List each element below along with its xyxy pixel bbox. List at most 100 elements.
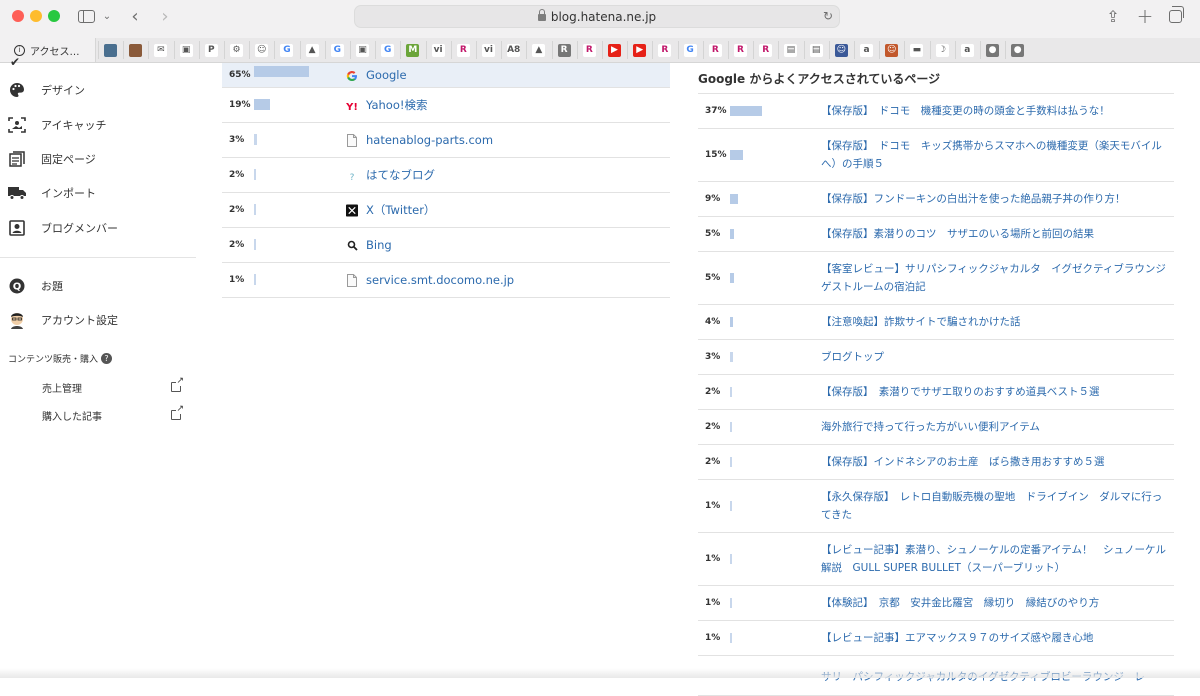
fav-13-favicon[interactable]: M	[400, 41, 424, 59]
fav-33-favicon[interactable]: ▬	[904, 41, 928, 59]
favicon-icon: G	[381, 44, 394, 57]
share-button[interactable]: ⇪	[1103, 5, 1123, 27]
tab-overview-button[interactable]	[1165, 5, 1185, 27]
referrer-link[interactable]: service.smt.docomo.ne.jp	[366, 263, 514, 297]
fav-12-favicon[interactable]: G	[375, 41, 399, 59]
google-page-row: 5% 【保存版】素潜りのコツ サザエのいる場所と前回の結果	[698, 217, 1174, 252]
page-link[interactable]: 【保存版】 素潜りでサザエ取りのおすすめ道具ベスト５選	[821, 383, 1167, 401]
external-link-icon[interactable]	[171, 382, 181, 392]
fav-32-favicon[interactable]: ☺	[879, 41, 903, 59]
page-link[interactable]: 【保存版】フンドーキンの白出汁を使った絶品親子丼の作り方！	[821, 190, 1167, 208]
fav-25-favicon[interactable]: R	[703, 41, 727, 59]
lock-icon	[538, 14, 546, 21]
back-button[interactable]: ‹	[126, 5, 144, 27]
nav-item-purchased[interactable]: 購入した記事	[42, 408, 102, 423]
page-link[interactable]: 【保存版】 ドコモ キッズ携帯からスマホへの機種変更（楽天モバイルへ）の手順５	[821, 137, 1167, 173]
nav-item-account-settings[interactable]: アカウント設定	[8, 310, 118, 330]
fav-4-favicon[interactable]: ▣	[174, 41, 198, 59]
nav-item-import[interactable]: インポート	[8, 183, 96, 203]
fav-21-favicon[interactable]: ▶	[602, 41, 626, 59]
reload-icon[interactable]: ↻	[823, 9, 833, 23]
fav-18-favicon[interactable]: ▲	[526, 41, 550, 59]
fav-20-favicon[interactable]: R	[577, 41, 601, 59]
favicon-icon	[104, 44, 117, 57]
page-link[interactable]: 海外旅行で持って行った方がいい便利アイテム	[821, 418, 1167, 436]
external-link-icon[interactable]	[171, 410, 181, 420]
fav-23-favicon[interactable]: R	[652, 41, 676, 59]
favicon-icon: R	[558, 44, 571, 57]
page-bar	[730, 317, 733, 327]
truck-icon	[8, 184, 26, 202]
fav-9-favicon[interactable]: ▲	[300, 41, 324, 59]
fav-8-favicon[interactable]: G	[274, 41, 298, 59]
odai-icon: Q	[8, 277, 26, 295]
fav-10-favicon[interactable]: G	[325, 41, 349, 59]
referrer-link[interactable]: Google	[366, 63, 407, 87]
fav-7-favicon[interactable]: ☺	[249, 41, 273, 59]
nav-item-odai[interactable]: Q お題	[8, 276, 63, 296]
content-sales-section-title: コンテンツ販売・購入 ?	[8, 352, 112, 365]
zoom-window-button[interactable]	[48, 10, 60, 22]
fav-24-favicon[interactable]: G	[678, 41, 702, 59]
page-link[interactable]: ブログトップ	[821, 348, 1167, 366]
fav-35-favicon[interactable]: a	[955, 41, 979, 59]
favicon-icon: M	[406, 44, 419, 57]
fav-3-favicon[interactable]: ✉	[148, 41, 172, 59]
fav-5-favicon[interactable]: P	[199, 41, 223, 59]
page-link[interactable]: 【永久保存版】 レトロ自動販売機の聖地 ドライブイン ダルマに行ってきた	[821, 488, 1167, 524]
nav-item-blog-members[interactable]: ブログメンバー	[8, 218, 118, 238]
nav-item-sales[interactable]: 売上管理	[42, 380, 82, 395]
favicon-icon: a	[860, 44, 873, 57]
fav-11-favicon[interactable]: ▣	[350, 41, 374, 59]
fav-16-favicon[interactable]: vi	[476, 41, 500, 59]
fav-31-favicon[interactable]: a	[854, 41, 878, 59]
page-link[interactable]: 【保存版】素潜りのコツ サザエのいる場所と前回の結果	[821, 225, 1167, 243]
fav-36-favicon[interactable]: ●	[980, 41, 1004, 59]
google-page-row: 9%【保存版】フンドーキンの白出汁を使った絶品親子丼の作り方！	[698, 182, 1174, 217]
page-link[interactable]: 【レビュー記事】エアマックス９７のサイズ感や履き心地	[821, 629, 1167, 647]
google-page-row: 4%【注意喚起】詐欺サイトで騙されかけた話	[698, 305, 1174, 340]
fav-30-favicon[interactable]: ☺	[829, 41, 853, 59]
sidebar-toggle-button[interactable]	[75, 5, 97, 27]
referrer-link[interactable]: X（Twitter）	[366, 193, 435, 227]
fav-29-favicon[interactable]: ▤	[804, 41, 828, 59]
new-tab-button[interactable]: +	[1135, 5, 1155, 27]
fav-6-favicon[interactable]: ⚙	[224, 41, 248, 59]
fav-26-favicon[interactable]: R	[728, 41, 752, 59]
minimize-window-button[interactable]	[30, 10, 42, 22]
close-window-button[interactable]	[12, 10, 24, 22]
fav-37-favicon[interactable]: ●	[1005, 41, 1029, 59]
fav-27-favicon[interactable]: R	[753, 41, 777, 59]
fav-19-favicon[interactable]: R	[552, 41, 576, 59]
fav-28-favicon[interactable]: ▤	[778, 41, 802, 59]
fav-34-favicon[interactable]: ☽	[930, 41, 954, 59]
address-bar[interactable]: blog.hatena.ne.jp ↻	[354, 5, 840, 28]
page-link[interactable]: 【客室レビュー】サリパシフィックジャカルタ イグゼクティブラウンジゲストルームの…	[821, 260, 1167, 296]
window-bottom-shadow	[0, 668, 1200, 678]
page-link[interactable]: 【保存版】インドネシアのお土産 ばら撒き用おすすめ５選	[821, 453, 1167, 471]
fav-15-favicon[interactable]: R	[451, 41, 475, 59]
page-link[interactable]: 【体験記】 京都 安井金比羅宮 縁切り 縁結びのやり方	[821, 594, 1167, 612]
referrer-bar	[254, 204, 256, 215]
fav-22-favicon[interactable]: ▶	[627, 41, 651, 59]
page-percent: 5%	[705, 229, 720, 239]
referrer-link[interactable]: hatenablog-parts.com	[366, 123, 493, 157]
referrer-bar	[254, 239, 256, 250]
help-icon[interactable]: ?	[101, 353, 112, 364]
nav-item-design[interactable]: デザイン	[8, 80, 85, 100]
fav-17-favicon[interactable]: A8	[501, 41, 525, 59]
nav-item-eyecatch[interactable]: アイキャッチ	[8, 115, 106, 135]
chevron-down-icon[interactable]: ⌄	[100, 5, 114, 27]
fav-1-favicon[interactable]	[98, 41, 122, 59]
forward-button[interactable]: ›	[156, 5, 174, 27]
favicon-icon: G	[684, 44, 697, 57]
referrer-link[interactable]: はてなブログ	[366, 158, 435, 192]
referrer-link[interactable]: Yahoo!検索	[366, 88, 427, 122]
nav-item-fixed-page[interactable]: 固定ページ	[8, 149, 96, 169]
page-link[interactable]: 【注意喚起】詐欺サイトで騙されかけた話	[821, 313, 1167, 331]
fav-2-favicon[interactable]	[123, 41, 147, 59]
referrer-link[interactable]: Bing	[366, 228, 392, 262]
page-link[interactable]: 【保存版】 ドコモ 機種変更の時の頭金と手数料は払うな！	[821, 102, 1167, 120]
fav-14-favicon[interactable]: vi	[426, 41, 450, 59]
page-link[interactable]: 【レビュー記事】素潜り、シュノーケルの定番アイテム！ シュノーケル解説 GULL…	[821, 541, 1167, 577]
